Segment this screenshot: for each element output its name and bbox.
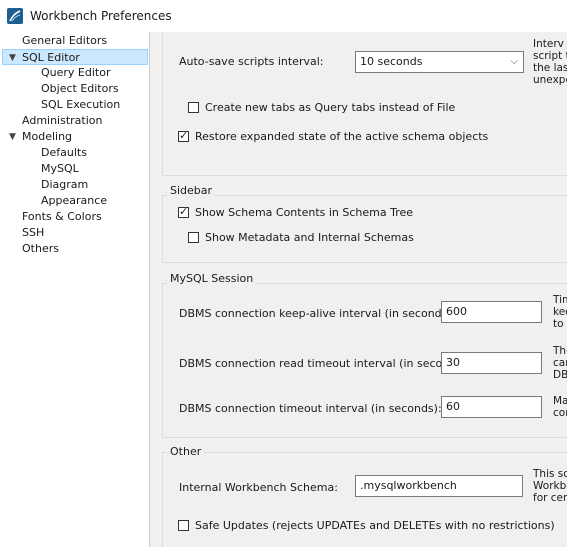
read-timeout-label: DBMS connection read timeout interval (i… — [179, 357, 470, 370]
read-timeout-input[interactable]: 30 — [441, 352, 542, 374]
tree-item-label: Fonts & Colors — [22, 210, 102, 223]
tree-item-fonts-colors[interactable]: Fonts & Colors — [22, 209, 102, 225]
tree-item-ssh[interactable]: SSH — [22, 225, 44, 241]
other-group-title: Other — [167, 445, 205, 458]
internal-schema-label: Internal Workbench Schema: — [179, 481, 338, 494]
expand-caret-icon[interactable]: ▼ — [9, 50, 16, 66]
restore-state-label: Restore expanded state of the active sch… — [195, 130, 489, 143]
tree-item-others[interactable]: Others — [22, 241, 59, 257]
tree-item-administration[interactable]: Administration — [22, 113, 103, 129]
settings-panel[interactable]: Auto-save scripts interval: 10 seconds ⌵… — [150, 32, 567, 547]
schema-contents-checkbox[interactable]: ✓ — [178, 205, 189, 218]
new-tabs-label: Create new tabs as Query tabs instead of… — [205, 101, 456, 114]
tree-item-label: MySQL — [41, 162, 79, 175]
tree-item-label: SQL Execution — [41, 98, 121, 111]
tree-item-label: SQL Editor — [22, 51, 80, 64]
title-bar: Workbench Preferences — [0, 0, 567, 33]
tree-item-label: Others — [22, 242, 59, 255]
tree-item-label: Query Editor — [41, 66, 111, 79]
window-title: Workbench Preferences — [30, 9, 172, 23]
keepalive-label: DBMS connection keep-alive interval (in … — [179, 307, 456, 320]
tree-item-object-editors[interactable]: Object Editors — [41, 81, 119, 97]
tree-item-appearance[interactable]: Appearance — [41, 193, 107, 209]
tree-item-label: Diagram — [41, 178, 89, 191]
mysql-workbench-icon — [7, 8, 23, 24]
check-icon: ✓ — [179, 129, 189, 142]
tree-item-label: Defaults — [41, 146, 87, 159]
expand-caret-icon[interactable]: ▼ — [9, 129, 16, 145]
autosave-value: 10 seconds — [360, 55, 423, 68]
tree-item-mysql[interactable]: MySQL — [41, 161, 79, 177]
tree-item-defaults[interactable]: Defaults — [41, 145, 87, 161]
tree-item-label: Appearance — [41, 194, 108, 207]
keepalive-help-text: Tim kee to r — [553, 294, 567, 330]
autosave-help-text: Interv script t the last unexpe — [533, 38, 567, 86]
internal-schema-help-text: This sc Workbe for cert — [533, 468, 567, 504]
tree-item-label: Object Editors — [41, 82, 119, 95]
chevron-down-icon: ⌵ — [510, 56, 518, 67]
safe-updates-checkbox[interactable] — [178, 520, 189, 531]
tree-item-general-editors[interactable]: General Editors — [22, 33, 107, 49]
autosave-label: Auto-save scripts interval: — [179, 55, 324, 68]
tree-item-label: Modeling — [22, 130, 73, 143]
timeout-label: DBMS connection timeout interval (in sec… — [179, 402, 442, 415]
new-tabs-checkbox[interactable] — [188, 102, 199, 113]
keepalive-input[interactable]: 600 — [441, 301, 542, 323]
sidebar-group-title: Sidebar — [167, 184, 216, 197]
tree-item-query-editor[interactable]: Query Editor — [41, 65, 110, 81]
internal-schema-input[interactable]: .mysqlworkbench — [355, 475, 523, 497]
schema-contents-label: Show Schema Contents in Schema Tree — [195, 206, 414, 219]
check-icon: ✓ — [179, 205, 189, 218]
timeout-help-text: Ma cor — [553, 395, 567, 419]
tree-item-sql-execution[interactable]: SQL Execution — [41, 97, 120, 113]
tree-item-label: Administration — [22, 114, 103, 127]
preferences-tree[interactable]: General Editors ▼ SQL Editor Query Edito… — [0, 32, 150, 547]
autosave-interval-select[interactable]: 10 seconds ⌵ — [355, 51, 524, 73]
metadata-schemas-label: Show Metadata and Internal Schemas — [205, 231, 414, 244]
timeout-input[interactable]: 60 — [441, 396, 542, 418]
other-group — [162, 452, 567, 547]
tree-item-label: General Editors — [22, 34, 108, 47]
tree-item-modeling[interactable]: ▼ Modeling — [2, 129, 148, 145]
read-timeout-help-text: The car DBI — [553, 345, 567, 381]
tree-item-diagram[interactable]: Diagram — [41, 177, 88, 193]
metadata-schemas-checkbox[interactable] — [188, 232, 199, 243]
safe-updates-label: Safe Updates (rejects UPDATEs and DELETE… — [195, 519, 555, 532]
mysql-session-group-title: MySQL Session — [167, 272, 257, 285]
tree-item-sql-editor[interactable]: ▼ SQL Editor — [2, 49, 148, 65]
tree-item-label: SSH — [22, 226, 45, 239]
restore-state-checkbox[interactable]: ✓ — [178, 129, 189, 142]
